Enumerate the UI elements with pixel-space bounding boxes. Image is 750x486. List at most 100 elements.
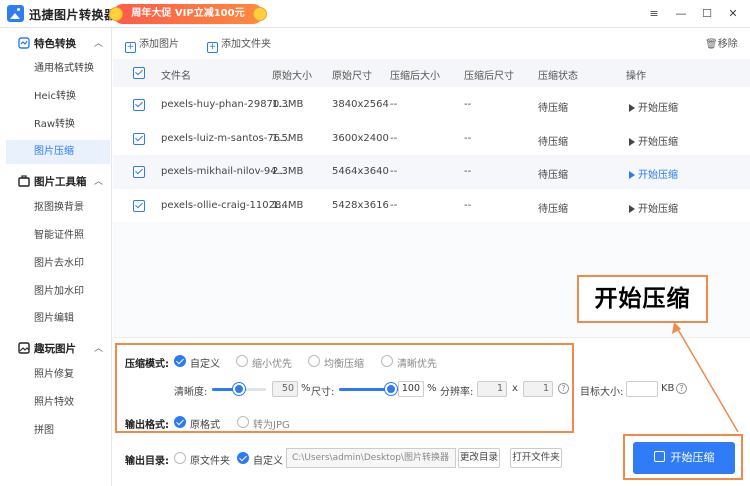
- file-name: pexels-huy-phan-29870...: [161, 99, 289, 110]
- chevron-up-icon[interactable]: ︿: [94, 36, 103, 49]
- remove-button[interactable]: 🗑移除: [705, 35, 738, 50]
- sidebar-item-general-format[interactable]: 通用格式转换: [6, 57, 110, 81]
- table-row[interactable]: pexels-huy-phan-29870... 1.3MB 3840x2564…: [113, 88, 750, 122]
- column-header: 压缩后大小: [390, 71, 440, 82]
- help-icon[interactable]: ?: [676, 383, 687, 394]
- mode-balanced-radio[interactable]: [308, 355, 320, 367]
- trash-icon: 🗑: [705, 39, 718, 50]
- row-checkbox[interactable]: [133, 99, 145, 111]
- table-row[interactable]: pexels-mikhail-nilov-94... 2.3MB 5464x36…: [113, 155, 750, 189]
- table-row[interactable]: pexels-ollie-craig-11028... 1.4MB 5428x3…: [113, 189, 750, 223]
- dir-custom-label: 自定义: [253, 456, 283, 467]
- mode-clarity-first-radio[interactable]: [381, 355, 393, 367]
- column-header: 文件名: [161, 71, 191, 82]
- row-start-compress-button[interactable]: 开始压缩: [629, 166, 678, 181]
- original-dimensions: 3840x2564: [332, 99, 389, 110]
- sidebar-item-photo-repair[interactable]: 照片修复: [6, 363, 110, 387]
- add-folder-button[interactable]: + 添加文件夹: [207, 35, 271, 53]
- coin-icon: [253, 7, 267, 21]
- table-header: 文件名 原始大小 原始尺寸 压缩后大小 压缩后尺寸 压缩状态 操作: [113, 59, 750, 87]
- coin-icon: [109, 7, 123, 21]
- promo-text: 周年大促 VIP立减100元: [131, 8, 245, 19]
- output-path-field[interactable]: C:\Users\admin\Desktop\图片转换器: [286, 448, 456, 468]
- dir-original-radio[interactable]: [174, 452, 186, 464]
- maximize-button[interactable]: ☐: [698, 5, 716, 23]
- sidebar-item-id-photo[interactable]: 智能证件照: [6, 224, 110, 248]
- dir-custom-radio[interactable]: [237, 452, 249, 464]
- sidebar-item-photo-effects[interactable]: 照片特效: [6, 391, 110, 415]
- table-row[interactable]: pexels-luiz-m-santos-76... 1.5MB 3600x24…: [113, 122, 750, 156]
- compressed-dimensions: --: [464, 133, 472, 144]
- annotation-button-frame: [623, 434, 743, 480]
- mode-small-first-radio[interactable]: [236, 355, 248, 367]
- row-checkbox[interactable]: [133, 166, 145, 178]
- sidebar-section-label: 图片工具箱: [34, 176, 87, 188]
- format-original-radio[interactable]: [174, 416, 186, 428]
- column-header: 操作: [626, 71, 646, 82]
- output-dir-label: 输出目录:: [125, 456, 169, 467]
- toolbox-icon: [18, 175, 30, 187]
- sidebar-section-toolbox[interactable]: 图片工具箱 ︿: [0, 168, 112, 194]
- sidebar-item-heic[interactable]: Heic转换: [6, 85, 110, 109]
- play-icon: [629, 104, 635, 112]
- sidebar-item-collage[interactable]: 拼图: [6, 419, 110, 443]
- promo-banner[interactable]: 周年大促 VIP立减100元: [109, 4, 267, 24]
- row-action-label: 开始压缩: [638, 103, 678, 114]
- size-slider-handle[interactable]: [385, 383, 397, 395]
- chevron-up-icon[interactable]: ︿: [94, 174, 103, 187]
- play-icon: [629, 138, 635, 146]
- chevron-up-icon[interactable]: ︿: [94, 341, 103, 354]
- mode-clarity-first-label: 清晰优先: [397, 359, 437, 370]
- target-size-unit: KB: [661, 383, 675, 394]
- clarity-slider-handle[interactable]: [233, 383, 245, 395]
- file-name: pexels-luiz-m-santos-76...: [161, 133, 290, 144]
- sidebar-section-fun-images[interactable]: 趣玩图片 ︿: [0, 335, 112, 361]
- open-folder-button[interactable]: 打开文件夹: [510, 448, 562, 468]
- row-checkbox[interactable]: [133, 200, 145, 212]
- mode-balanced-label: 均衡压缩: [324, 359, 364, 370]
- clarity-percent: %: [301, 383, 311, 394]
- sidebar-item-add-watermark[interactable]: 图片加水印: [6, 280, 110, 304]
- size-label: 尺寸:: [311, 387, 335, 398]
- row-start-compress-button[interactable]: 开始压缩: [629, 99, 678, 114]
- sidebar-item-remove-watermark[interactable]: 图片去水印: [6, 252, 110, 276]
- row-start-compress-button[interactable]: 开始压缩: [629, 133, 678, 148]
- resolution-height-input[interactable]: 1: [523, 381, 553, 397]
- sidebar-item-cutout[interactable]: 抠图换背景: [6, 196, 110, 220]
- row-start-compress-button[interactable]: 开始压缩: [629, 200, 678, 215]
- resolution-width-input[interactable]: 1: [477, 381, 507, 397]
- column-header: 原始大小: [272, 71, 312, 82]
- original-dimensions: 5428x3616: [332, 200, 389, 211]
- close-button[interactable]: ✕: [724, 5, 742, 23]
- play-icon: [629, 171, 635, 179]
- convert-icon: [18, 37, 30, 49]
- row-action-label: 开始压缩: [638, 137, 678, 148]
- select-all-checkbox[interactable]: [133, 67, 145, 79]
- resolution-label: 分辨率:: [440, 387, 474, 398]
- sidebar-item-raw[interactable]: Raw转换: [6, 113, 110, 137]
- mode-custom-radio[interactable]: [174, 355, 186, 367]
- plus-icon: +: [125, 42, 136, 53]
- resolution-separator: x: [512, 383, 518, 394]
- original-size: 2.3MB: [272, 166, 304, 177]
- row-checkbox[interactable]: [133, 133, 145, 145]
- file-name: pexels-mikhail-nilov-94...: [161, 166, 287, 177]
- compressed-size: --: [390, 99, 398, 110]
- output-format-label: 输出格式:: [125, 420, 169, 431]
- change-dir-button[interactable]: 更改目录: [458, 448, 500, 468]
- sidebar-section-special-convert[interactable]: 特色转换 ︿: [0, 30, 112, 56]
- help-icon[interactable]: ?: [558, 383, 569, 394]
- clarity-slider[interactable]: [212, 383, 266, 395]
- sidebar-item-image-edit[interactable]: 图片编辑: [6, 307, 110, 331]
- size-input[interactable]: 100: [398, 381, 424, 397]
- format-jpg-radio[interactable]: [237, 416, 249, 428]
- size-slider[interactable]: [339, 383, 397, 395]
- target-size-input[interactable]: [626, 381, 658, 397]
- add-image-button[interactable]: + 添加图片: [125, 35, 179, 53]
- clarity-input[interactable]: 50: [272, 381, 298, 397]
- sidebar-item-image-compress[interactable]: 图片压缩: [6, 140, 110, 164]
- column-header: 原始尺寸: [332, 71, 372, 82]
- menu-icon[interactable]: ≡: [645, 5, 663, 23]
- minimize-button[interactable]: —: [672, 5, 690, 23]
- app-title: 迅捷图片转换器: [29, 8, 117, 22]
